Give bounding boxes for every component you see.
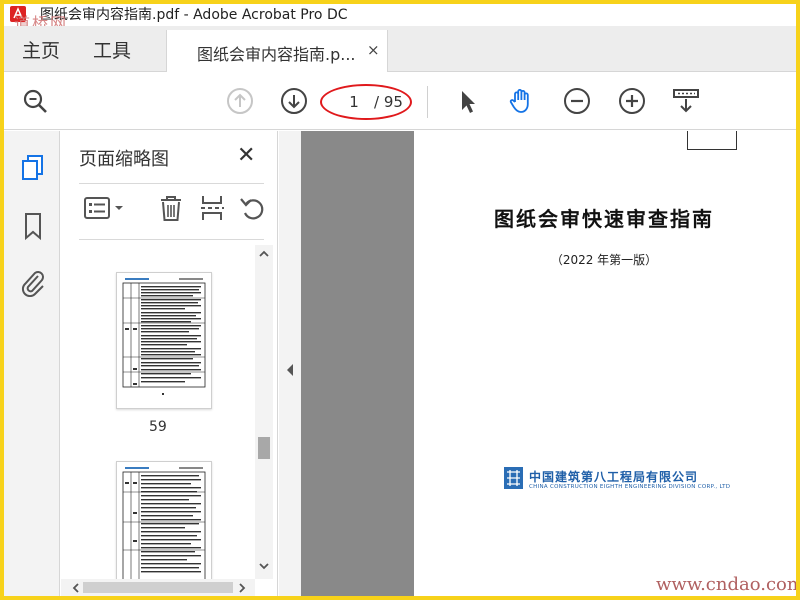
page-thumbnail[interactable]	[116, 461, 212, 581]
panel-title: 页面缩略图	[79, 149, 169, 170]
select-tool-icon[interactable]	[452, 86, 482, 116]
thumbnail-page-number: 59	[149, 419, 167, 435]
panel-collapse-strip[interactable]	[279, 131, 301, 596]
rotate-page-icon[interactable]	[238, 193, 266, 223]
document-view[interactable]: 图纸会审快速审查指南 （2022 年第一版） 中国建筑第八工程局有限公司 CHI…	[301, 131, 796, 596]
scroll-left-icon[interactable]	[71, 582, 81, 594]
document-tab-label: 图纸会审内容指南.p...	[197, 45, 356, 64]
attachments-icon[interactable]	[19, 267, 47, 297]
close-tab-button[interactable]: ×	[367, 41, 380, 59]
next-page-icon[interactable]	[279, 86, 309, 116]
previous-page-icon[interactable]	[225, 86, 255, 116]
zoom-in-icon[interactable]	[617, 86, 647, 116]
document-subtitle: （2022 年第一版）	[550, 253, 658, 267]
collapse-panel-icon[interactable]	[285, 363, 295, 377]
tab-bar: 主页 工具 图纸会审内容指南.p... ×	[4, 26, 796, 72]
toolbar: / 95	[4, 72, 796, 130]
tab-document[interactable]: 图纸会审内容指南.p... ×	[166, 30, 388, 72]
hand-tool-icon[interactable]	[506, 86, 536, 116]
document-title: 图纸会审快速审查指南	[494, 207, 714, 231]
tab-tools[interactable]: 工具	[93, 36, 131, 63]
scroll-thumb[interactable]	[83, 582, 233, 593]
delete-page-icon[interactable]	[157, 193, 185, 223]
search-icon[interactable]	[20, 86, 50, 116]
page-corner-box	[687, 131, 737, 150]
scroll-thumb[interactable]	[258, 437, 270, 459]
toolbar-divider	[427, 86, 428, 118]
extract-pages-icon[interactable]	[198, 193, 226, 223]
red-annotation-ellipse	[320, 84, 412, 120]
scroll-down-icon[interactable]	[258, 561, 270, 571]
thumbnail-horizontal-scrollbar[interactable]	[61, 579, 255, 596]
pdf-page: 图纸会审快速审查指南 （2022 年第一版） 中国建筑第八工程局有限公司 CHI…	[414, 131, 796, 596]
company-name-en: CHINA CONSTRUCTION EIGHTH ENGINEERING DI…	[529, 484, 731, 490]
navigation-rail	[4, 131, 60, 596]
panel-divider	[79, 183, 264, 184]
page-thumbnail[interactable]	[116, 272, 212, 409]
zoom-out-icon[interactable]	[562, 86, 592, 116]
close-panel-button[interactable]: ✕	[237, 143, 255, 168]
thumbnail-vertical-scrollbar[interactable]	[255, 245, 273, 579]
thumbnail-options-icon[interactable]	[83, 193, 129, 223]
scroll-right-icon[interactable]	[237, 582, 247, 594]
window-title: 图纸会审内容指南.pdf - Adobe Acrobat Pro DC	[40, 7, 348, 23]
thumbnail-panel: 页面缩略图 ✕ 59	[61, 131, 278, 596]
page-thumbnails-icon[interactable]	[19, 153, 47, 183]
thumbnail-preview	[122, 278, 206, 395]
watermark-bottom: www.cndao.com	[656, 574, 796, 595]
title-bar: 图纸会审内容指南.pdf - Adobe Acrobat Pro DC	[4, 4, 796, 26]
company-name-cn: 中国建筑第八工程局有限公司	[529, 470, 699, 484]
thumbnail-preview	[122, 467, 206, 581]
acrobat-window: 图纸会审内容指南.pdf - Adobe Acrobat Pro DC 道桥网 …	[4, 4, 796, 596]
tab-home[interactable]: 主页	[22, 36, 60, 63]
bookmarks-icon[interactable]	[19, 211, 47, 241]
company-logo	[504, 467, 523, 489]
scroll-mode-icon[interactable]	[671, 86, 701, 116]
scroll-up-icon[interactable]	[258, 249, 270, 259]
panel-divider	[79, 239, 264, 240]
